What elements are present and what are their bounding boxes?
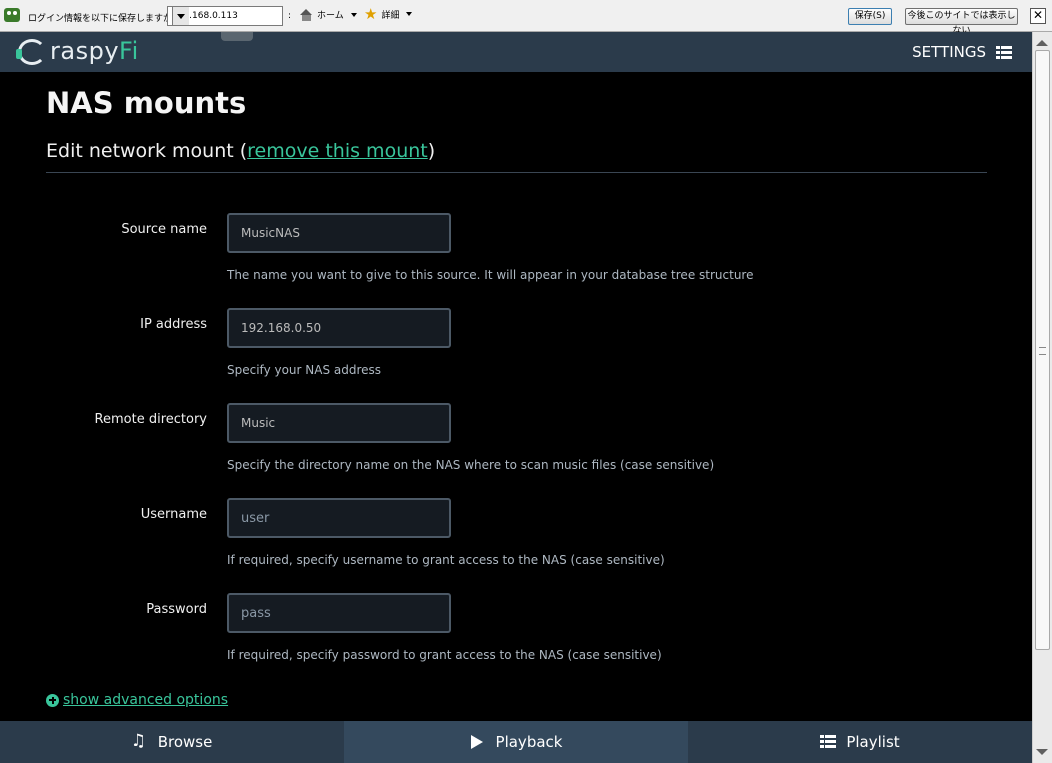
star-icon: ★ bbox=[364, 5, 378, 23]
source-name-input[interactable] bbox=[227, 213, 451, 253]
tab-browse[interactable]: Browse bbox=[0, 721, 344, 763]
close-icon[interactable]: ✕ bbox=[1030, 8, 1046, 24]
source-name-help: The name you want to give to this source… bbox=[227, 268, 754, 282]
headphone-ear-icon bbox=[16, 49, 22, 59]
settings-menu[interactable]: SETTINGS bbox=[912, 43, 1012, 61]
source-name-label: Source name bbox=[121, 222, 207, 237]
music-note-icon bbox=[131, 731, 146, 751]
chevron-down-icon bbox=[350, 12, 357, 17]
remote-directory-label: Remote directory bbox=[94, 412, 207, 427]
list-menu-icon bbox=[996, 45, 1012, 59]
chevron-down-icon bbox=[406, 12, 413, 16]
raspyfi-logo[interactable]: raspyFi bbox=[16, 35, 141, 69]
logo-text: raspyFi bbox=[50, 37, 139, 65]
drag-handle[interactable] bbox=[221, 32, 253, 41]
site-select[interactable]: 192.168.0.113 bbox=[167, 6, 283, 26]
password-save-bar: ログイン情報を以下に保存しますか: 192.168.0.113 : ホーム ★ … bbox=[0, 0, 1052, 36]
subtitle-suffix: ) bbox=[427, 140, 436, 162]
logo-accent: Fi bbox=[119, 37, 139, 65]
play-icon bbox=[470, 735, 484, 749]
page-title: NAS mounts bbox=[46, 86, 247, 120]
save-button[interactable]: 保存(S) bbox=[848, 8, 892, 25]
tab-playback[interactable]: Playback bbox=[344, 721, 688, 763]
main-content: NAS mounts Edit network mount (remove th… bbox=[0, 72, 1032, 721]
key-icon bbox=[4, 8, 20, 22]
password-input[interactable] bbox=[227, 593, 451, 633]
scroll-down-arrow-icon[interactable] bbox=[1036, 749, 1048, 755]
remove-mount-link[interactable]: remove this mount bbox=[247, 140, 428, 162]
ip-address-label: IP address bbox=[140, 317, 207, 332]
list-icon bbox=[820, 735, 837, 749]
subtitle-prefix: Edit network mount ( bbox=[46, 140, 248, 162]
password-label: Password bbox=[146, 602, 207, 617]
settings-label: SETTINGS bbox=[912, 43, 986, 61]
home-icon bbox=[300, 8, 313, 21]
tab-playback-label: Playback bbox=[495, 733, 563, 751]
save-question: ログイン情報を以下に保存しますか: bbox=[28, 14, 176, 24]
divider bbox=[46, 172, 987, 173]
ip-address-input[interactable] bbox=[227, 308, 451, 348]
remote-directory-help: Specify the directory name on the NAS wh… bbox=[227, 458, 715, 472]
home-label: ホーム bbox=[317, 11, 344, 21]
never-show-button[interactable]: 今後このサイトでは表示しない bbox=[905, 8, 1018, 36]
details-label: 詳細 bbox=[381, 10, 400, 21]
username-label: Username bbox=[140, 507, 207, 522]
scrollbar-thumb[interactable] bbox=[1035, 50, 1050, 650]
separator: : bbox=[288, 11, 292, 21]
dropdown-arrow-icon[interactable] bbox=[172, 7, 189, 25]
tab-playlist-label: Playlist bbox=[846, 733, 900, 751]
vertical-scrollbar[interactable] bbox=[1032, 32, 1052, 763]
home-menu[interactable]: ホーム bbox=[300, 8, 357, 21]
scroll-up-arrow-icon[interactable] bbox=[1036, 40, 1048, 46]
username-help: If required, specify username to grant a… bbox=[227, 553, 665, 567]
remote-directory-input[interactable] bbox=[227, 403, 451, 443]
headphones-icon bbox=[18, 39, 46, 65]
plus-circle-icon bbox=[46, 693, 59, 707]
username-input[interactable] bbox=[227, 498, 451, 538]
logo-main: raspy bbox=[50, 37, 120, 65]
footer-tabs: Browse Playback Playlist bbox=[0, 721, 1032, 763]
advanced-options-label: show advanced options bbox=[63, 692, 229, 708]
password-help: If required, specify password to grant a… bbox=[227, 648, 662, 662]
details-menu[interactable]: ★ 詳細 bbox=[364, 5, 413, 23]
tab-browse-label: Browse bbox=[157, 733, 213, 751]
tab-playlist[interactable]: Playlist bbox=[688, 721, 1032, 763]
page-subtitle: Edit network mount (remove this mount) bbox=[46, 140, 435, 162]
app-header: raspyFi SETTINGS bbox=[0, 32, 1032, 72]
ip-address-help: Specify your NAS address bbox=[227, 363, 382, 377]
show-advanced-options-link[interactable]: show advanced options bbox=[46, 692, 228, 708]
